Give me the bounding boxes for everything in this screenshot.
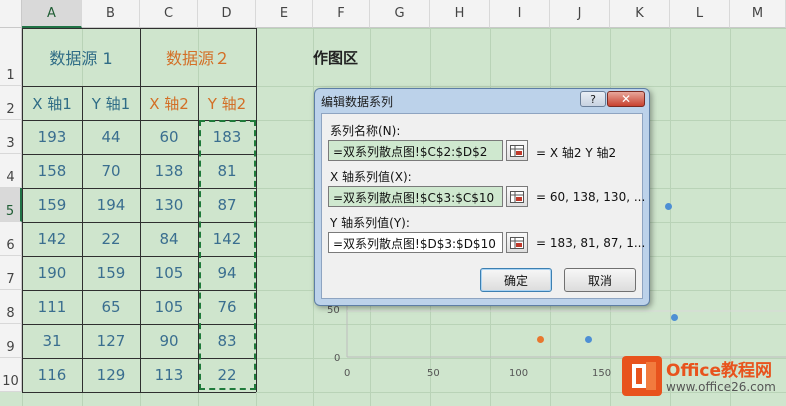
watermark-url: www.office26.com: [666, 380, 776, 394]
help-button[interactable]: ?: [580, 91, 606, 107]
table-cell[interactable]: 90: [140, 324, 198, 358]
table-cell[interactable]: 22: [82, 222, 140, 256]
row-header-1[interactable]: 1: [0, 28, 22, 86]
row-header-10[interactable]: 10: [0, 358, 22, 392]
x-axis-2-header[interactable]: X 轴2: [140, 86, 198, 120]
table-cell[interactable]: 65: [82, 290, 140, 324]
column-header-b[interactable]: B: [82, 0, 140, 28]
y-tick-0: 0: [334, 353, 341, 364]
column-header-e[interactable]: E: [256, 0, 313, 28]
column-header-m[interactable]: M: [730, 0, 786, 28]
x-tick-150: 150: [592, 368, 612, 379]
table-cell[interactable]: 158: [22, 154, 82, 188]
row-header-5[interactable]: 5: [0, 188, 22, 222]
table-cell[interactable]: 113: [140, 358, 198, 392]
table-border: [256, 28, 257, 392]
column-header-k[interactable]: K: [610, 0, 670, 28]
range-picker-icon: [510, 236, 524, 249]
series1-point: [585, 336, 592, 343]
table-cell[interactable]: 116: [22, 358, 82, 392]
column-header-f[interactable]: F: [313, 0, 370, 28]
dialog-body: 系列名称(N): =双系列散点图!$C$2:$D$2 = X 轴2 Y 轴2 X…: [321, 113, 646, 299]
ok-button[interactable]: 确定: [480, 268, 552, 292]
table-border: [22, 392, 256, 393]
row-header-9[interactable]: 9: [0, 324, 22, 358]
table-cell[interactable]: 105: [140, 256, 198, 290]
table-cell[interactable]: 138: [140, 154, 198, 188]
x-values-ref-button[interactable]: [506, 186, 528, 207]
x-tick-100: 100: [509, 368, 529, 379]
row-header-6[interactable]: 6: [0, 222, 22, 256]
table-cell[interactable]: 194: [82, 188, 140, 222]
y-values-preview: = 183, 81, 87, 1...: [536, 236, 646, 250]
x-values-label: X 轴系列值(X):: [330, 170, 412, 184]
y-values-input[interactable]: =双系列散点图!$D$3:$D$10: [328, 232, 503, 253]
column-header-i[interactable]: I: [490, 0, 550, 28]
row-header-2[interactable]: 2: [0, 86, 22, 120]
table-cell[interactable]: 127: [82, 324, 140, 358]
table-cell[interactable]: 60: [140, 120, 198, 154]
table-border: [22, 28, 256, 29]
selection-marquee: [199, 120, 256, 390]
range-picker-icon: [510, 190, 524, 203]
table-cell[interactable]: 129: [82, 358, 140, 392]
table-border: [22, 86, 256, 87]
table-cell[interactable]: 105: [140, 290, 198, 324]
column-header-g[interactable]: G: [370, 0, 430, 28]
table-cell[interactable]: 84: [140, 222, 198, 256]
series-name-ref-button[interactable]: [506, 140, 528, 161]
x-values-preview: = 60, 138, 130, ...: [536, 190, 646, 204]
y-axis-2-header[interactable]: Y 轴2: [198, 86, 256, 120]
row-header-8[interactable]: 8: [0, 290, 22, 324]
table-border: [82, 86, 83, 392]
close-button[interactable]: ✕: [607, 91, 645, 107]
table-border: [22, 28, 23, 392]
table-cell[interactable]: 159: [82, 256, 140, 290]
range-picker-icon: [510, 144, 524, 157]
edit-series-dialog: 编辑数据系列 ? ✕ 系列名称(N): =双系列散点图!$C$2:$D$2 = …: [314, 88, 650, 306]
x-tick-50: 50: [427, 368, 440, 379]
table-cell[interactable]: 44: [82, 120, 140, 154]
table-cell[interactable]: 159: [22, 188, 82, 222]
table-cell[interactable]: 142: [22, 222, 82, 256]
column-header-c[interactable]: C: [140, 0, 198, 28]
watermark-logo: Office教程网 www.office26.com: [622, 354, 782, 400]
watermark-brand: Office教程网: [666, 361, 773, 381]
column-header-d[interactable]: D: [198, 0, 256, 28]
data-source-1-header[interactable]: 数据源 1: [22, 28, 140, 86]
table-cell[interactable]: 31: [22, 324, 82, 358]
x-axis-1-header[interactable]: X 轴1: [22, 86, 82, 120]
series-name-preview: = X 轴2 Y 轴2: [536, 146, 617, 160]
row-header-7[interactable]: 7: [0, 256, 22, 290]
table-cell[interactable]: 193: [22, 120, 82, 154]
column-header-h[interactable]: H: [430, 0, 490, 28]
column-header-a[interactable]: A: [22, 0, 82, 28]
series-name-input[interactable]: =双系列散点图!$C$2:$D$2: [328, 140, 503, 161]
table-cell[interactable]: 130: [140, 188, 198, 222]
table-cell[interactable]: 70: [82, 154, 140, 188]
series1-point: [671, 314, 678, 321]
table-border: [140, 28, 141, 392]
column-header-l[interactable]: L: [670, 0, 730, 28]
x-tick-0: 0: [344, 368, 351, 379]
column-header-j[interactable]: J: [550, 0, 610, 28]
dialog-title: 编辑数据系列: [321, 95, 394, 109]
cancel-button[interactable]: 取消: [564, 268, 636, 292]
y-values-ref-button[interactable]: [506, 232, 528, 253]
y-values-label: Y 轴系列值(Y):: [330, 216, 410, 230]
y-tick-50: 50: [327, 305, 340, 316]
select-all-corner[interactable]: [0, 0, 22, 28]
x-values-input[interactable]: =双系列散点图!$C$3:$C$10: [328, 186, 503, 207]
y-axis-1-header[interactable]: Y 轴1: [82, 86, 140, 120]
row-header-3[interactable]: 3: [0, 120, 22, 154]
table-cell[interactable]: 111: [22, 290, 82, 324]
series-name-label: 系列名称(N):: [330, 124, 401, 138]
data-source-2-header[interactable]: 数据源２: [140, 28, 256, 86]
table-cell[interactable]: 190: [22, 256, 82, 290]
row-header-4[interactable]: 4: [0, 154, 22, 188]
series1-point: [665, 203, 672, 210]
series2-point: [537, 336, 544, 343]
